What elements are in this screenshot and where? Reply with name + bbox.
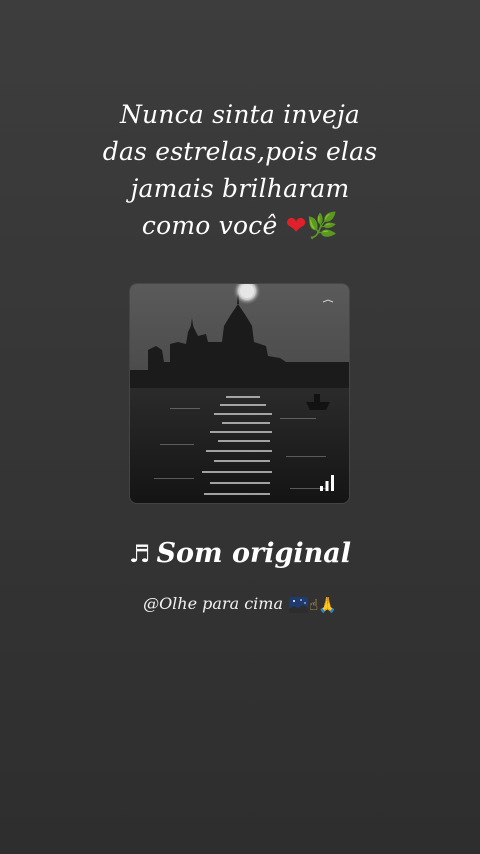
- venice-night-photo: [130, 284, 349, 503]
- audio-title-text: Som original: [156, 538, 351, 569]
- praying-hands-icon: 🙏: [318, 595, 337, 614]
- quote-line-2: das estrelas,pois elas: [102, 137, 378, 166]
- night-scene-icon: [289, 596, 309, 613]
- signal-bars-icon: [320, 475, 334, 491]
- album-cover[interactable]: [130, 284, 349, 503]
- pointing-up-icon: ☝: [309, 595, 319, 614]
- quote-line-3: jamais brilharam: [130, 174, 350, 203]
- audio-artist[interactable]: @Olhe para cima ☝🙏: [0, 594, 480, 614]
- music-note-icon: ♬: [129, 540, 151, 568]
- quote-text: Nunca sinta inveja das estrelas,pois ela…: [40, 96, 440, 244]
- quote-line-4: como você ❤🌿: [40, 207, 440, 244]
- leaf-icon: 🌿: [306, 211, 339, 240]
- heart-icon: ❤: [285, 211, 307, 240]
- quote-line-4-text: como você: [141, 211, 278, 240]
- quote-line-1: Nunca sinta inveja: [119, 100, 361, 129]
- artist-handle: @Olhe para cima: [143, 594, 283, 613]
- audio-title[interactable]: ♬ Som original: [0, 538, 480, 569]
